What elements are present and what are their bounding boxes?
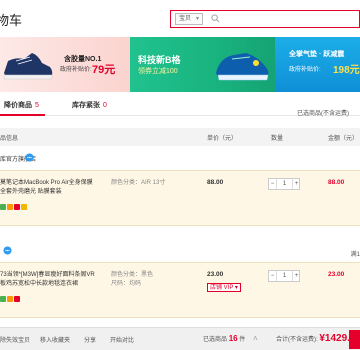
service-badges xyxy=(0,204,28,212)
selected-count-unit: 件 xyxy=(239,337,246,343)
chat-icon[interactable] xyxy=(3,246,12,255)
chat-icon[interactable] xyxy=(25,153,34,162)
item-attributes: 颜色分类：AIR 13寸 xyxy=(111,179,165,188)
service-badge-icon xyxy=(7,204,13,210)
chevron-down-icon: ▾ xyxy=(234,285,238,291)
column-header-price: 单价（元） xyxy=(207,136,238,142)
tab-price-drop-count: 5 xyxy=(35,102,39,109)
quantity-stepper[interactable]: − 1 + xyxy=(268,270,300,282)
selected-count: 已选商品 16 件 xyxy=(203,334,245,343)
promo-banner-middle[interactable]: 科技新B格 领券立减100 xyxy=(130,37,275,92)
item-title[interactable]: 73当领*[M3W]春显瘦好面料条阁VR板鸡苏宽松中长款地毯连衣裙 xyxy=(0,271,100,289)
service-badges xyxy=(0,296,21,304)
cart-footer: 除失效宝贝 移入收藏夹 分享 开始对比 已选商品 16 件 ˄ 合计(不含运费)… xyxy=(0,327,360,350)
promo-mid-subline: 领券立减100 xyxy=(138,68,178,75)
column-header-info: 品信息 xyxy=(0,136,19,142)
service-badge-icon xyxy=(0,204,6,210)
quantity-stepper[interactable]: − 1 + xyxy=(268,178,300,190)
move-to-favorites-button[interactable]: 移入收藏夹 xyxy=(40,335,70,344)
selected-items-note: 已选商品(不含运费) xyxy=(297,111,349,117)
shop-row: 满1 xyxy=(0,245,360,259)
tab-price-drop[interactable]: 降价商品 5 xyxy=(4,100,39,110)
quantity-input[interactable]: 1 xyxy=(277,271,292,281)
sneaker-image xyxy=(216,53,269,81)
promo-banner-left[interactable]: 含胶量NO.1 政府补贴价: 79元 xyxy=(0,37,130,92)
vip-badge[interactable]: 店铺 VIP ▾ xyxy=(207,283,241,292)
promo-right-subline: 政府补贴价: xyxy=(289,67,321,73)
checkout-button[interactable] xyxy=(349,330,360,349)
quantity-increase-button[interactable]: + xyxy=(292,271,300,281)
item-unit-price: 88.00 xyxy=(207,179,224,186)
quantity-decrease-button[interactable]: − xyxy=(269,179,277,189)
service-badge-icon xyxy=(14,204,20,210)
promo-banner-right[interactable]: 全掌气垫 · 跃减震 政府补贴价: 198元 xyxy=(275,37,360,92)
service-badge-icon xyxy=(21,204,27,210)
delete-invalid-button[interactable]: 除失效宝贝 xyxy=(0,335,30,344)
item-attribute-size: 尺码：均码 xyxy=(111,281,142,287)
promo-left-subline: 政府补贴价: xyxy=(60,67,92,73)
promo-right-headline: 全掌气垫 · 跃减震 xyxy=(289,51,345,58)
active-tab-indicator xyxy=(0,114,45,116)
selected-count-label: 已选商品 xyxy=(203,337,228,343)
shop-row: 库官方旗舰店 xyxy=(0,152,360,166)
tab-price-drop-label: 降价商品 xyxy=(4,102,32,109)
search-category-label: 宝贝 xyxy=(179,16,192,22)
service-badge-icon xyxy=(7,296,13,302)
item-title[interactable]: 莫笔记本MacBook Pro Air全身保膜 全套外壳磨光 贴膜套装 xyxy=(0,179,100,197)
cart-tabs: 降价商品 5 库存紧张 0 已选商品(不含运费) xyxy=(0,100,360,117)
column-header-qty: 数量 xyxy=(271,136,284,142)
item-amount: 88.00 xyxy=(328,179,345,186)
quantity-decrease-button[interactable]: − xyxy=(269,271,277,281)
chevron-down-icon: ▼ xyxy=(195,16,200,22)
shop-promo-link[interactable]: 满1 xyxy=(351,249,360,258)
tab-low-stock[interactable]: 库存紧张 0 xyxy=(72,100,107,110)
search-category-dropdown[interactable]: 宝贝 ▼ xyxy=(175,13,203,25)
chevron-up-icon[interactable]: ˄ xyxy=(253,334,258,343)
page-title: 物车 xyxy=(0,13,23,28)
item-attribute-color: 颜色分类：黑色 xyxy=(111,272,154,278)
tab-low-stock-label: 库存紧张 xyxy=(72,102,100,109)
cart-item: 73当领*[M3W]春显瘦好面料条阁VR板鸡苏宽松中长款地毯连衣裙 颜色分类：黑… xyxy=(0,262,360,318)
item-amount: 23.00 xyxy=(328,271,345,278)
service-badge-icon xyxy=(0,296,6,302)
item-attribute-color: 颜色分类：AIR 13寸 xyxy=(111,180,166,186)
total-price-label: 合计(不含运费): xyxy=(276,337,318,343)
column-header-amount: 金额（元） xyxy=(328,136,359,142)
tab-low-stock-count: 0 xyxy=(103,102,107,109)
total-price-value: ¥1429. xyxy=(319,333,350,344)
cart-item: 莫笔记本MacBook Pro Air全身保膜 全套外壳磨光 贴膜套装 颜色分类… xyxy=(0,170,360,226)
compare-button[interactable]: 开始对比 xyxy=(110,335,134,344)
service-badge-icon xyxy=(14,296,20,302)
quantity-input[interactable]: 1 xyxy=(277,179,292,189)
column-header-row: 品信息 单价（元） 数量 金额（元） xyxy=(0,128,360,146)
quantity-increase-button[interactable]: + xyxy=(292,179,300,189)
search-bar[interactable]: 宝贝 ▼ xyxy=(170,10,360,28)
share-button[interactable]: 分享 xyxy=(84,335,96,344)
promo-left-price: 79元 xyxy=(92,64,116,76)
total-price: 合计(不含运费): ¥1429. xyxy=(276,333,350,344)
promo-mid-headline: 科技新B格 xyxy=(138,55,181,65)
promo-banner[interactable]: 含胶量NO.1 政府补贴价: 79元 科技新B格 领券立减100 全掌气垫 · … xyxy=(0,37,360,92)
vip-badge-label: 店铺 VIP xyxy=(210,285,234,291)
selected-count-value: 16 xyxy=(228,334,238,343)
item-unit-price: 23.00 xyxy=(207,271,224,278)
search-icon xyxy=(211,14,220,23)
item-attributes: 颜色分类：黑色 尺码：均码 xyxy=(111,271,153,289)
promo-right-price: 198元 xyxy=(333,65,360,76)
sneaker-image xyxy=(3,53,53,80)
